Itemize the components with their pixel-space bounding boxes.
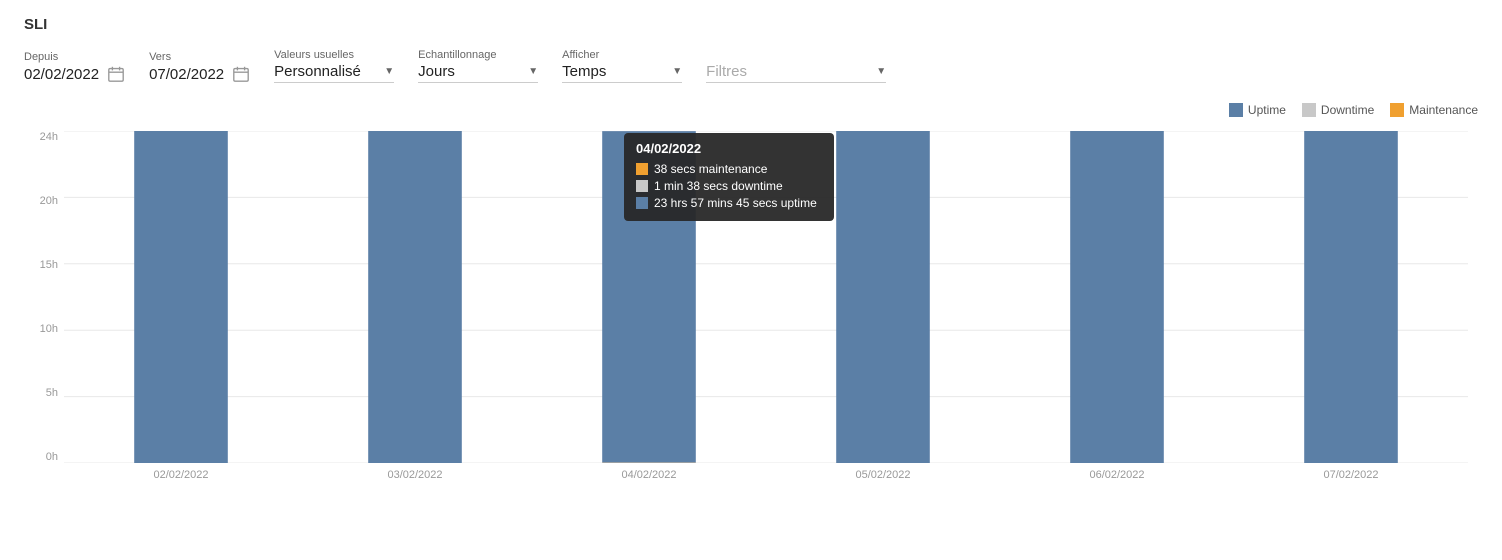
depuis-group: Depuis 02/02/2022: [24, 51, 125, 83]
afficher-arrow-icon: ▼: [672, 66, 682, 77]
y-label-24h: 24h: [40, 131, 58, 143]
x-label-6: 07/02/2022: [1234, 469, 1468, 481]
x-label-1: 02/02/2022: [64, 469, 298, 481]
valeurs-arrow-icon: ▼: [384, 66, 394, 77]
afficher-value: Temps: [562, 63, 668, 80]
x-label-5: 06/02/2022: [1000, 469, 1234, 481]
depuis-value: 02/02/2022: [24, 66, 99, 83]
chart-legend: Uptime Downtime Maintenance: [1229, 103, 1478, 117]
echantillonnage-dropdown[interactable]: Jours ▼: [418, 63, 538, 83]
y-label-5h: 5h: [46, 387, 58, 399]
legend-maintenance: Maintenance: [1390, 103, 1478, 117]
y-label-15h: 15h: [40, 259, 58, 271]
chart-area: [64, 131, 1468, 463]
vers-calendar-icon[interactable]: [232, 65, 250, 83]
afficher-label: Afficher: [562, 49, 682, 61]
afficher-dropdown[interactable]: Temps ▼: [562, 63, 682, 83]
filtres-spacer: [706, 49, 886, 61]
downtime-label: Downtime: [1321, 103, 1374, 117]
y-axis: 24h 20h 15h 10h 5h 0h: [24, 131, 64, 463]
uptime-swatch: [1229, 103, 1243, 117]
filtres-dropdown[interactable]: Filtres ▼: [706, 63, 886, 83]
vers-group: Vers 07/02/2022: [149, 51, 250, 83]
valeurs-dropdown[interactable]: Personnalisé ▼: [274, 63, 394, 83]
valeurs-label: Valeurs usuelles: [274, 49, 394, 61]
echantillonnage-arrow-icon: ▼: [528, 66, 538, 77]
x-label-4: 05/02/2022: [766, 469, 1000, 481]
maintenance-swatch: [1390, 103, 1404, 117]
echantillonnage-group: Echantillonnage Jours ▼: [418, 49, 538, 83]
y-label-10h: 10h: [40, 323, 58, 335]
valeurs-value: Personnalisé: [274, 63, 380, 80]
y-label-0h: 0h: [46, 451, 58, 463]
afficher-group: Afficher Temps ▼: [562, 49, 682, 83]
legend-uptime: Uptime: [1229, 103, 1286, 117]
downtime-swatch: [1302, 103, 1316, 117]
maintenance-label: Maintenance: [1409, 103, 1478, 117]
x-label-2: 03/02/2022: [298, 469, 532, 481]
y-label-20h: 20h: [40, 195, 58, 207]
filtres-value: Filtres: [706, 63, 872, 80]
echantillonnage-label: Echantillonnage: [418, 49, 538, 61]
x-axis: 02/02/2022 03/02/2022 04/02/2022 05/02/2…: [64, 463, 1468, 493]
depuis-label: Depuis: [24, 51, 125, 63]
legend-downtime: Downtime: [1302, 103, 1374, 117]
controls-row: Depuis 02/02/2022 Vers 07/02/2022: [24, 49, 1478, 83]
chart-wrapper: Uptime Downtime Maintenance 24h 20h 15h …: [24, 103, 1478, 493]
echantillonnage-value: Jours: [418, 63, 524, 80]
valeurs-group: Valeurs usuelles Personnalisé ▼: [274, 49, 394, 83]
vers-value: 07/02/2022: [149, 66, 224, 83]
depuis-calendar-icon[interactable]: [107, 65, 125, 83]
uptime-label: Uptime: [1248, 103, 1286, 117]
filtres-arrow-icon: ▼: [876, 66, 886, 77]
vers-label: Vers: [149, 51, 250, 63]
filtres-group: Filtres ▼: [706, 49, 886, 83]
page-title: SLI: [24, 16, 1478, 33]
x-label-3: 04/02/2022: [532, 469, 766, 481]
chart-svg: [64, 131, 1468, 463]
